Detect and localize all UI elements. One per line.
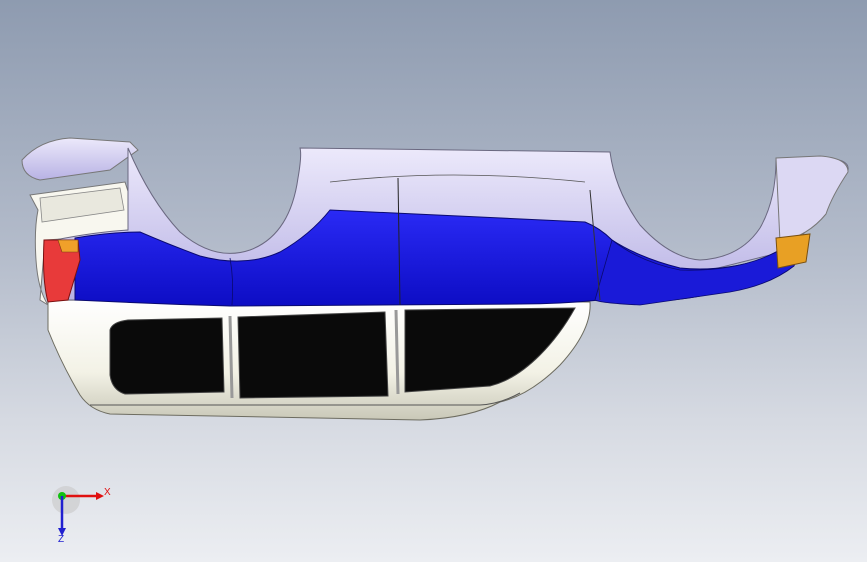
graphics-viewport[interactable]: X Z xyxy=(0,0,867,562)
front-fender xyxy=(775,155,849,243)
middle-window xyxy=(237,311,389,399)
orientation-triad: X Z xyxy=(52,486,111,544)
side-marker xyxy=(775,233,811,269)
car-body-model[interactable] xyxy=(0,0,867,562)
z-axis-label: Z xyxy=(58,534,64,544)
rear-spoiler xyxy=(21,137,139,181)
rear-window xyxy=(109,317,225,395)
x-axis-label: X xyxy=(104,487,111,498)
